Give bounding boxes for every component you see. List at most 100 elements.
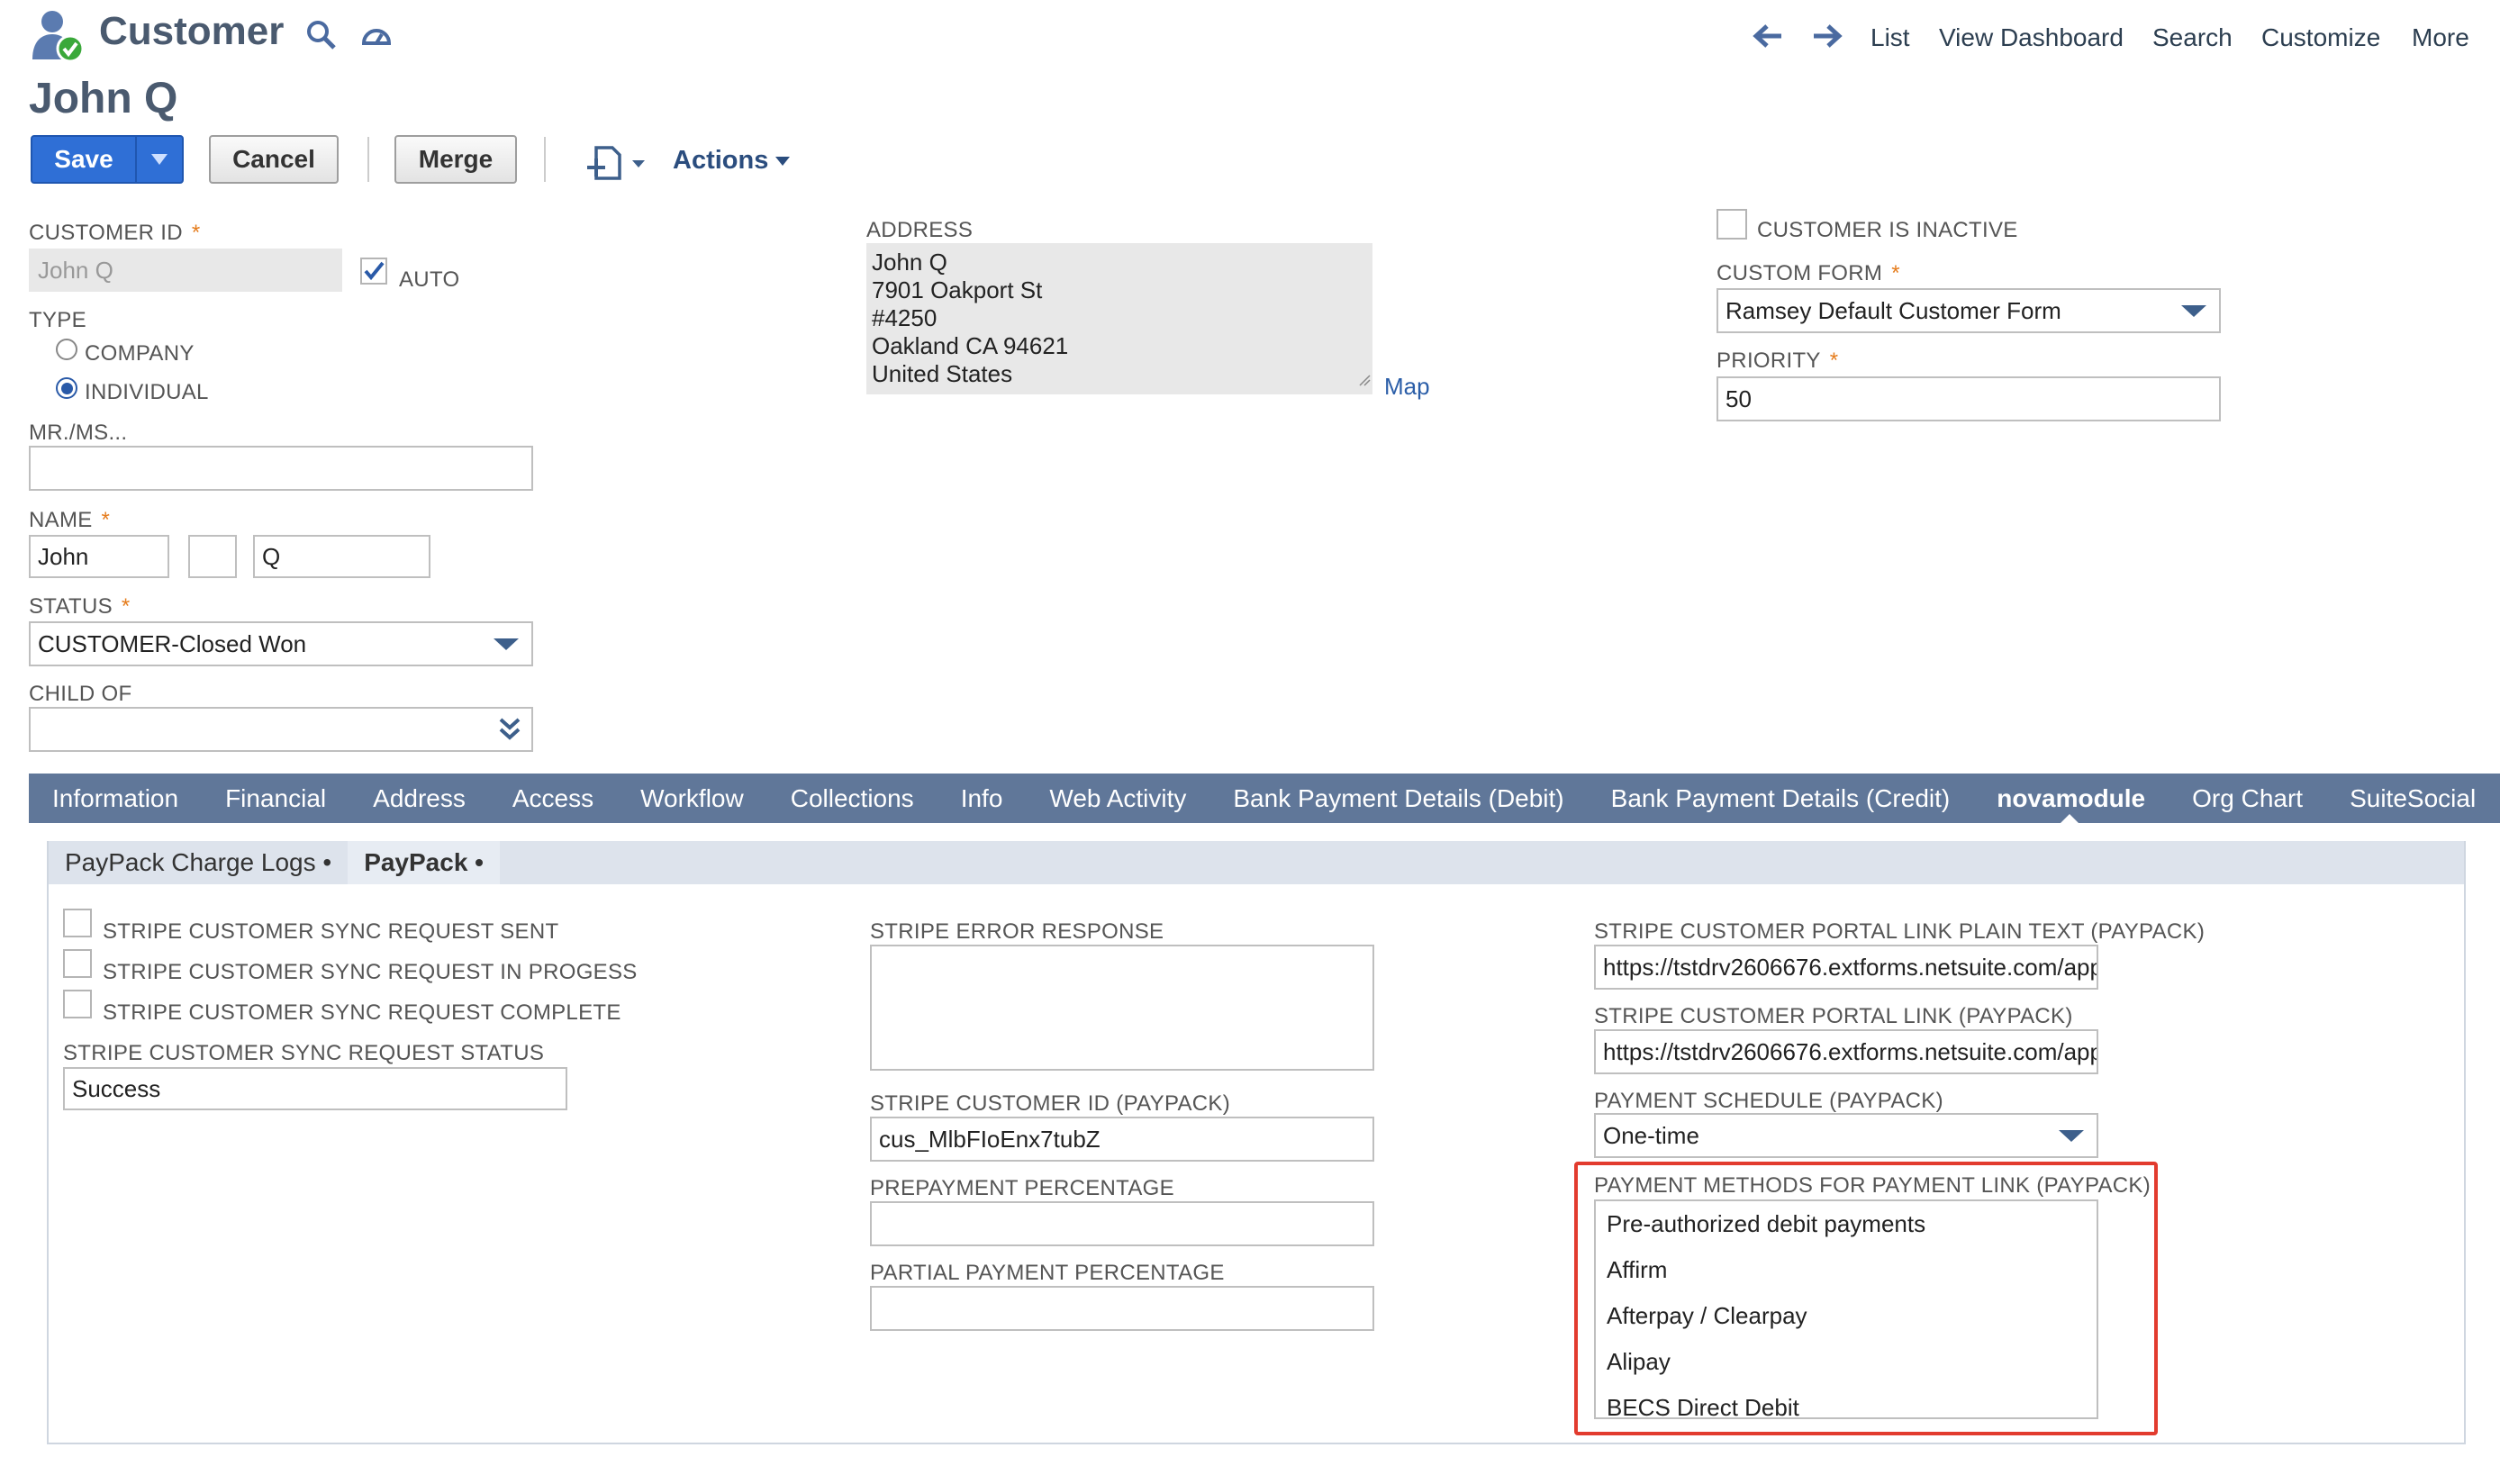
double-chevron-down-icon — [497, 716, 522, 749]
partial-payment-pct-field[interactable] — [870, 1286, 1374, 1331]
address-line: #4250 — [872, 304, 938, 331]
tab-address[interactable]: Address — [373, 784, 466, 813]
sync-sent-checkbox[interactable] — [63, 909, 92, 937]
address-label: ADDRESS — [866, 218, 974, 242]
chevron-down-icon — [775, 156, 791, 166]
customer-record-icon — [29, 9, 85, 63]
address-line: Oakland CA 94621 — [872, 332, 1069, 359]
subtab-paypack-charge-logs[interactable]: PayPack Charge Logs • — [49, 841, 348, 884]
portal-link-plain-label: STRIPE CUSTOMER PORTAL LINK PLAIN TEXT (… — [1594, 919, 2206, 944]
auto-checkbox[interactable] — [360, 258, 387, 285]
highlight-box — [1574, 1162, 2158, 1435]
custom-form-select[interactable]: Ramsey Default Customer Form — [1716, 288, 2221, 333]
middle-name-field[interactable] — [188, 535, 237, 578]
actions-menu[interactable]: Actions — [673, 146, 791, 176]
stripe-customer-id-field[interactable]: cus_MlbFIoEnx7tubZ — [870, 1117, 1374, 1162]
name-label: NAME * — [29, 508, 111, 532]
address-line: United States — [872, 360, 1013, 387]
record-type-title: Customer — [99, 9, 285, 53]
sync-sent-label: STRIPE CUSTOMER SYNC REQUEST SENT — [103, 919, 559, 944]
stripe-customer-id-label: STRIPE CUSTOMER ID (PAYPACK) — [870, 1091, 1231, 1116]
back-arrow-icon[interactable] — [1753, 23, 1783, 49]
prepayment-pct-field[interactable] — [870, 1201, 1374, 1246]
address-line: 7901 Oakport St — [872, 276, 1043, 303]
checkmark-icon — [364, 261, 385, 281]
nav-search-link[interactable]: Search — [2152, 23, 2233, 52]
error-response-textarea[interactable] — [870, 945, 1374, 1071]
nav-customize-link[interactable]: Customize — [2261, 23, 2380, 52]
payment-schedule-select[interactable]: One-time — [1594, 1113, 2098, 1158]
tab-org-chart[interactable]: Org Chart — [2192, 784, 2303, 813]
payment-schedule-label: PAYMENT SCHEDULE (PAYPACK) — [1594, 1089, 1943, 1113]
chevron-down-icon — [2181, 305, 2206, 317]
tab-info[interactable]: Info — [961, 784, 1003, 813]
subtab-bar: Information Financial Address Access Wor… — [29, 774, 2500, 823]
error-response-label: STRIPE ERROR RESPONSE — [870, 919, 1164, 944]
customer-inactive-label: CUSTOMER IS INACTIVE — [1757, 218, 2018, 242]
customer-id-field[interactable]: John Q — [29, 249, 342, 292]
search-icon[interactable] — [306, 20, 337, 50]
address-textarea[interactable]: John Q 7901 Oakport St #4250 Oakland CA … — [866, 243, 1372, 394]
sync-status-field[interactable]: Success — [63, 1067, 567, 1110]
tab-suitesocial[interactable]: SuiteSocial — [2350, 784, 2476, 813]
sync-complete-label: STRIPE CUSTOMER SYNC REQUEST COMPLETE — [103, 1000, 621, 1025]
salutation-label: MR./MS... — [29, 421, 128, 445]
sync-complete-checkbox[interactable] — [63, 990, 92, 1018]
priority-field[interactable]: 50 — [1716, 376, 2221, 421]
nav-more-link[interactable]: More — [2412, 23, 2469, 52]
custom-form-label: CUSTOM FORM * — [1716, 261, 1900, 285]
individual-radio[interactable] — [56, 377, 77, 399]
nav-view-dashboard-link[interactable]: View Dashboard — [1939, 23, 2124, 52]
merge-button[interactable]: Merge — [394, 135, 517, 184]
last-name-field[interactable]: Q — [253, 535, 430, 578]
actions-label: Actions — [673, 146, 769, 175]
resize-handle-icon[interactable] — [1358, 365, 1371, 393]
chevron-down-icon — [494, 638, 519, 650]
tab-financial[interactable]: Financial — [225, 784, 326, 813]
priority-label: PRIORITY * — [1716, 348, 1839, 373]
prepayment-pct-label: PREPAYMENT PERCENTAGE — [870, 1176, 1174, 1200]
address-line: John Q — [872, 249, 947, 276]
forward-arrow-icon[interactable] — [1812, 23, 1843, 49]
child-of-select[interactable] — [29, 707, 533, 752]
sync-in-progress-checkbox[interactable] — [63, 949, 92, 978]
chevron-down-icon — [2059, 1130, 2084, 1142]
tab-information[interactable]: Information — [52, 784, 178, 813]
customer-inactive-checkbox[interactable] — [1716, 209, 1747, 240]
portal-link-plain-field[interactable]: https://tstdrv2606676.extforms.netsuite.… — [1594, 945, 2098, 990]
save-options-dropdown[interactable] — [137, 137, 182, 182]
status-label: STATUS * — [29, 594, 131, 619]
cancel-button[interactable]: Cancel — [209, 135, 339, 184]
individual-radio-label: INDIVIDUAL — [85, 380, 209, 404]
tab-access[interactable]: Access — [512, 784, 593, 813]
paypack-subtab-bar: PayPack Charge Logs • PayPack • — [49, 841, 2464, 884]
sync-status-label: STRIPE CUSTOMER SYNC REQUEST STATUS — [63, 1041, 545, 1065]
tab-workflow[interactable]: Workflow — [640, 784, 744, 813]
active-tab-pointer — [2059, 814, 2080, 825]
nav-list-link[interactable]: List — [1870, 23, 1910, 52]
first-name-field[interactable]: John — [29, 535, 169, 578]
toolbar-divider — [367, 137, 369, 182]
subtab-paypack[interactable]: PayPack • — [348, 841, 500, 884]
chevron-down-icon — [151, 154, 168, 165]
payment-schedule-value: One-time — [1603, 1121, 1699, 1149]
custom-form-value: Ramsey Default Customer Form — [1726, 296, 2061, 324]
child-of-label: CHILD OF — [29, 682, 132, 706]
dashboard-icon[interactable] — [360, 22, 393, 49]
partial-payment-pct-label: PARTIAL PAYMENT PERCENTAGE — [870, 1261, 1225, 1285]
record-name-title: John Q — [29, 75, 178, 122]
tab-collections[interactable]: Collections — [791, 784, 914, 813]
tab-novamodule[interactable]: novamodule — [1997, 784, 2145, 813]
new-document-icon[interactable] — [585, 144, 650, 182]
save-button[interactable]: Save — [32, 137, 137, 182]
salutation-field[interactable] — [29, 446, 533, 491]
tab-web-activity[interactable]: Web Activity — [1049, 784, 1186, 813]
tab-bank-payment-debit[interactable]: Bank Payment Details (Debit) — [1233, 784, 1563, 813]
tab-bank-payment-credit[interactable]: Bank Payment Details (Credit) — [1611, 784, 1951, 813]
portal-link-field[interactable]: https://tstdrv2606676.extforms.netsuite.… — [1594, 1029, 2098, 1074]
company-radio[interactable] — [56, 339, 77, 360]
status-select-value: CUSTOMER-Closed Won — [38, 629, 307, 657]
company-radio-label: COMPANY — [85, 341, 195, 366]
map-link[interactable]: Map — [1384, 373, 1430, 401]
status-select[interactable]: CUSTOMER-Closed Won — [29, 621, 533, 666]
